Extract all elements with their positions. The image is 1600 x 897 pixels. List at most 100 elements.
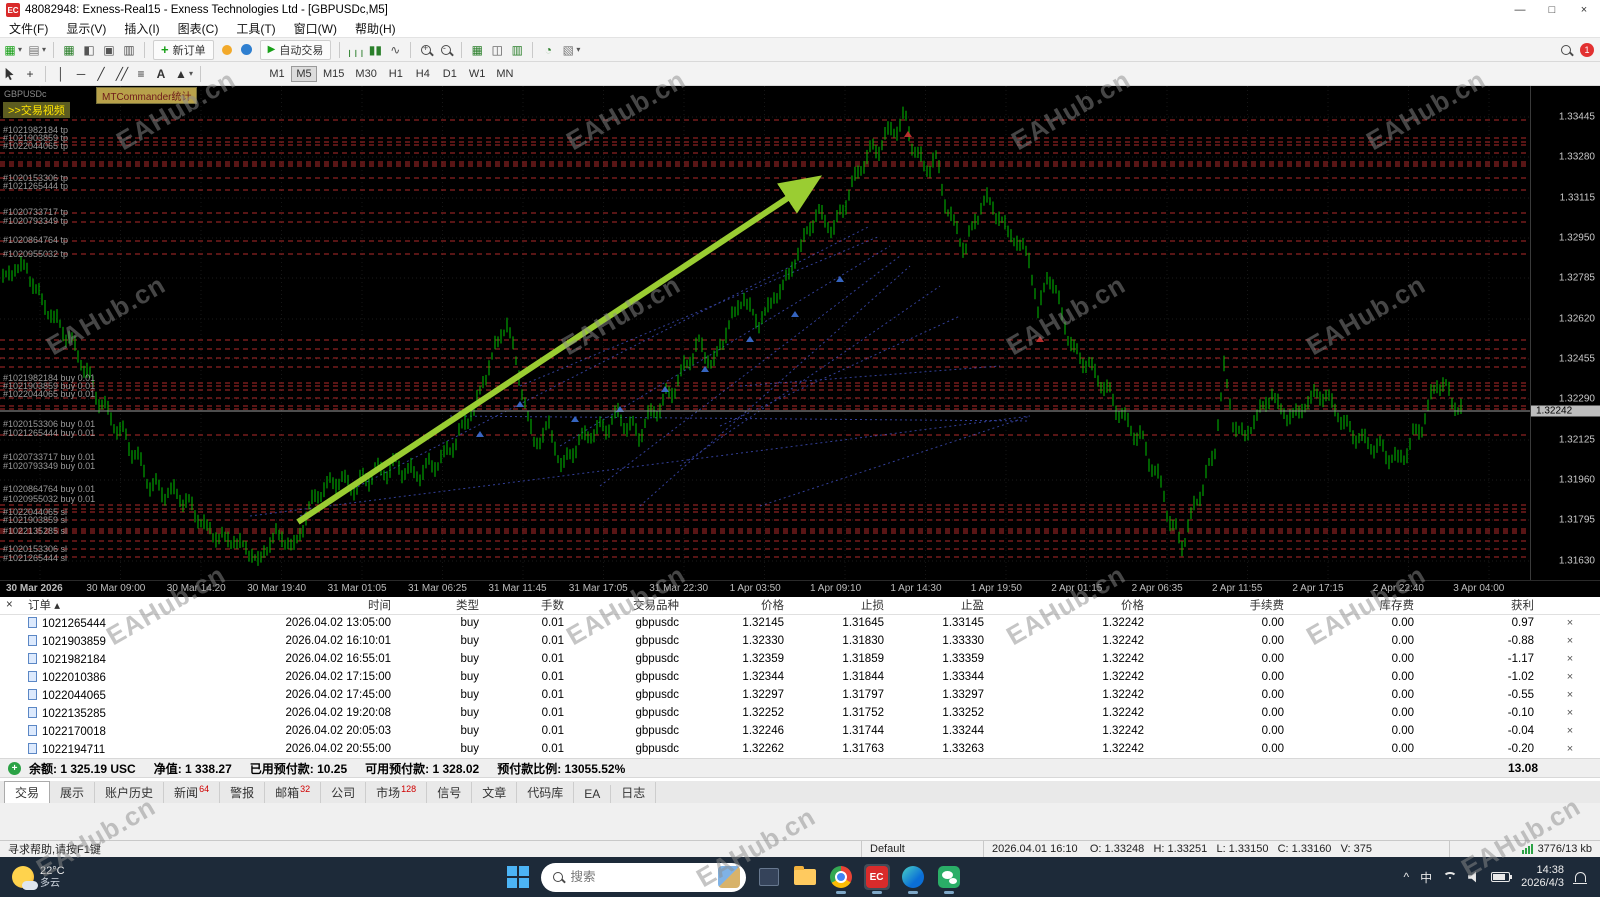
chart-area[interactable]: #1021982184 tp #1021903859 tp #1022044065 … xyxy=(0,86,1600,580)
clock-icon[interactable]: ◔ xyxy=(538,41,558,59)
notification-bell-icon[interactable] xyxy=(1573,872,1587,884)
column-header-6[interactable]: 止损 xyxy=(790,597,890,615)
file-explorer-button[interactable] xyxy=(792,864,818,890)
menu-item-0[interactable]: 文件(F) xyxy=(0,20,57,37)
close-order-icon[interactable]: × xyxy=(1567,725,1573,737)
order-row[interactable]: 1022135285 2026.04.02 19:20:08 buy 0.01 gbpu… xyxy=(0,704,1600,722)
new-order-button[interactable]: + 新订单 xyxy=(153,39,214,60)
column-header-3[interactable]: 手数 xyxy=(485,597,570,615)
shapes-caret-icon[interactable]: ▾ xyxy=(189,69,193,78)
order-row[interactable]: 1021265444 2026.04.02 13:05:00 buy 0.01 gbpu… xyxy=(0,614,1600,632)
order-row[interactable]: 1021903859 2026.04.02 16:10:01 buy 0.01 gbpu… xyxy=(0,632,1600,650)
close-order-icon[interactable]: × xyxy=(1567,743,1573,755)
navigator-icon[interactable]: ▣ xyxy=(99,41,119,59)
horizontal-line-icon[interactable]: ─ xyxy=(71,65,91,83)
menu-item-3[interactable]: 图表(C) xyxy=(169,20,228,37)
timeframe-m1[interactable]: M1 xyxy=(264,66,290,82)
new-chart-caret-icon[interactable]: ▾ xyxy=(18,45,22,54)
market-watch-icon[interactable]: ▦ xyxy=(59,41,79,59)
toolbox-tab-8[interactable]: 信号 xyxy=(427,782,473,803)
timeframe-mn[interactable]: MN xyxy=(491,66,518,82)
profile-name[interactable]: Default xyxy=(862,841,984,857)
minimize-button[interactable]: — xyxy=(1504,0,1536,20)
search-input[interactable] xyxy=(570,870,710,884)
order-row[interactable]: 1022010386 2026.04.02 17:15:00 buy 0.01 gbpu… xyxy=(0,668,1600,686)
autotrading-button[interactable]: ▶ 自动交易 xyxy=(259,39,332,60)
properties-caret-icon[interactable]: ▾ xyxy=(576,45,580,54)
toolbox-tab-12[interactable]: 日志 xyxy=(611,782,657,803)
timeframe-m30[interactable]: M30 xyxy=(350,66,381,82)
trendline-icon[interactable]: ╱ xyxy=(91,65,111,83)
close-order-icon[interactable]: × xyxy=(1567,617,1573,629)
timeframe-m15[interactable]: M15 xyxy=(318,66,349,82)
restore-button[interactable]: □ xyxy=(1536,0,1568,20)
chrome-button[interactable] xyxy=(828,864,854,894)
column-header-0[interactable]: 订单 ▴ xyxy=(22,597,217,615)
column-header-9[interactable]: 手续费 xyxy=(1150,597,1290,615)
column-header-10[interactable]: 库存费 xyxy=(1290,597,1420,615)
new-chart-icon[interactable]: ▦ xyxy=(0,41,20,59)
zoom-out-icon[interactable]: - xyxy=(436,41,456,59)
toolbox-tab-11[interactable]: EA xyxy=(574,785,612,803)
close-order-icon[interactable]: × xyxy=(1567,707,1573,719)
menu-item-1[interactable]: 显示(V) xyxy=(57,20,115,37)
shapes-icon[interactable]: ▲ xyxy=(171,65,191,83)
trade-video-button[interactable]: >>交易视频 xyxy=(3,102,70,118)
edge-button[interactable] xyxy=(900,864,926,894)
candles-chart-icon[interactable]: ▮▮ xyxy=(365,41,385,59)
ime-indicator[interactable]: 中 xyxy=(1420,869,1432,886)
data-window-icon[interactable]: ◧ xyxy=(79,41,99,59)
order-row[interactable]: 1021982184 2026.04.02 16:55:01 buy 0.01 gbpu… xyxy=(0,650,1600,668)
weather-widget[interactable]: 22°C 多云 xyxy=(0,865,77,890)
toolbox-tab-0[interactable]: 交易 xyxy=(4,781,51,803)
menu-item-6[interactable]: 帮助(H) xyxy=(346,20,405,37)
toolbox-tab-6[interactable]: 公司 xyxy=(321,782,367,803)
toolbox-tab-7[interactable]: 市场 128 xyxy=(366,782,428,803)
bars-chart-icon[interactable]: ╷╷╷ xyxy=(345,41,366,59)
toolbox-tab-1[interactable]: 展示 xyxy=(50,782,96,803)
close-order-icon[interactable]: × xyxy=(1567,689,1573,701)
volume-icon[interactable] xyxy=(1468,871,1476,883)
toolbox-icon[interactable]: ▥ xyxy=(119,41,139,59)
chart-properties-icon[interactable]: ▧ xyxy=(558,41,578,59)
text-icon[interactable]: A xyxy=(151,65,171,83)
search-highlight-image[interactable] xyxy=(717,866,740,888)
close-button[interactable]: × xyxy=(1568,0,1600,20)
close-order-icon[interactable]: × xyxy=(1567,671,1573,683)
toolbox-tab-3[interactable]: 新闻 64 xyxy=(164,782,221,803)
orders-header-row[interactable]: × 订单 ▴ 时间 类型 手数 交易品种 价格 止损 止盈 价格 手续费 库存费 获利 xyxy=(0,597,1600,615)
time-axis[interactable]: 30 Mar 2026 30 Mar 09:00 30 Mar 14:20 30 Ma… xyxy=(0,580,1600,597)
battery-icon[interactable] xyxy=(1491,872,1513,882)
taskbar-search[interactable] xyxy=(540,862,746,892)
column-header-5[interactable]: 价格 xyxy=(685,597,790,615)
price-axis[interactable]: 1.32242 1.33445 1.33280 1.33115 1.32950 1.32… xyxy=(1530,86,1600,580)
mt-commander-button[interactable]: MTCommander统计 xyxy=(96,87,198,104)
candlestick-chart[interactable] xyxy=(0,86,1530,580)
close-toolbox-icon[interactable]: × xyxy=(0,597,22,615)
column-header-2[interactable]: 类型 xyxy=(397,597,485,615)
tray-chevron-icon[interactable]: ^ xyxy=(1404,870,1410,884)
timeframe-m5[interactable]: M5 xyxy=(291,65,318,82)
profiles-caret-icon[interactable]: ▾ xyxy=(42,45,46,54)
alerts-bell-icon[interactable] xyxy=(217,41,237,59)
menu-item-2[interactable]: 插入(I) xyxy=(115,20,168,37)
order-row[interactable]: 1022170018 2026.04.02 20:05:03 buy 0.01 gbpu… xyxy=(0,722,1600,740)
timeframe-h1[interactable]: H1 xyxy=(383,66,409,82)
toolbox-tab-10[interactable]: 代码库 xyxy=(517,782,575,803)
menu-item-5[interactable]: 窗口(W) xyxy=(285,20,346,37)
close-order-icon[interactable]: × xyxy=(1567,653,1573,665)
column-header-8[interactable]: 价格 xyxy=(990,597,1150,615)
menu-item-4[interactable]: 工具(T) xyxy=(227,20,284,37)
wechat-button[interactable] xyxy=(936,864,962,894)
timeframe-d1[interactable]: D1 xyxy=(437,66,463,82)
column-header-4[interactable]: 交易品种 xyxy=(570,597,685,615)
task-view-button[interactable] xyxy=(756,864,782,890)
zoom-in-icon[interactable]: + xyxy=(416,41,436,59)
search-icon[interactable] xyxy=(1556,41,1576,59)
column-header-11[interactable]: 获利 xyxy=(1420,597,1540,615)
cascade-windows-icon[interactable]: ◫ xyxy=(487,41,507,59)
channel-icon[interactable]: ╱╱ xyxy=(111,65,131,83)
cursor-icon[interactable] xyxy=(0,65,20,83)
toolbox-tab-5[interactable]: 邮箱 32 xyxy=(265,782,322,803)
line-chart-icon[interactable]: ∿ xyxy=(385,41,405,59)
